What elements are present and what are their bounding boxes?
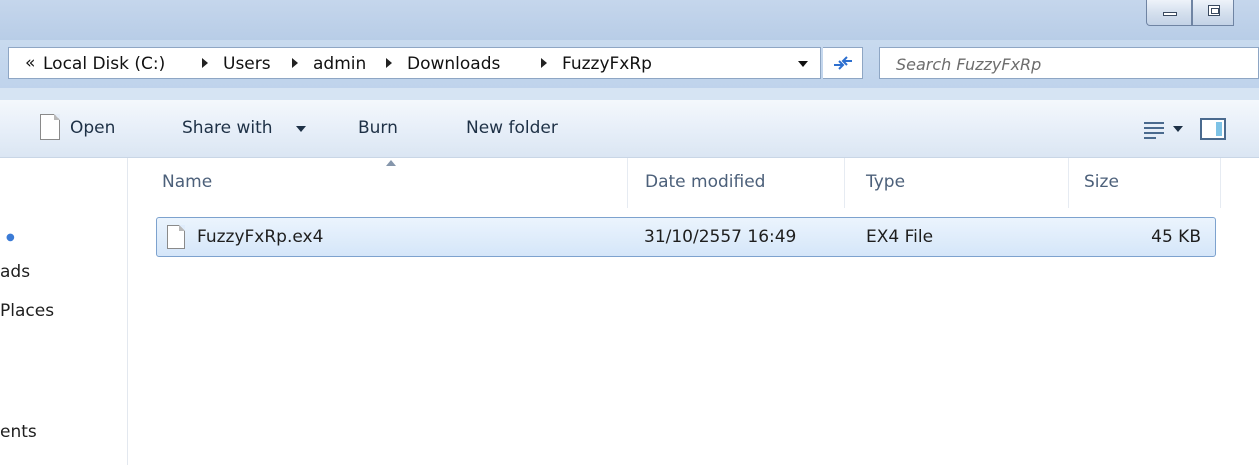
- sort-ascending-icon: [386, 160, 396, 166]
- open-button[interactable]: Open: [70, 118, 115, 138]
- column-date-modified[interactable]: Date modified: [645, 172, 765, 192]
- breadcrumb-local-disk[interactable]: Local Disk (C:): [43, 54, 165, 74]
- column-type[interactable]: Type: [866, 172, 905, 192]
- column-divider[interactable]: [627, 158, 628, 208]
- breadcrumb-current-folder[interactable]: FuzzyFxRp: [562, 54, 652, 74]
- breadcrumb-chevron-icon[interactable]: [292, 58, 298, 68]
- new-folder-button[interactable]: New folder: [466, 118, 558, 138]
- column-divider[interactable]: [1220, 158, 1221, 208]
- column-divider[interactable]: [1068, 158, 1069, 208]
- breadcrumb-overflow-button[interactable]: «: [25, 53, 35, 73]
- document-icon: [40, 114, 60, 140]
- column-name[interactable]: Name: [162, 172, 212, 192]
- nav-bullet-icon: ●: [6, 232, 15, 243]
- column-size[interactable]: Size: [1084, 172, 1119, 192]
- maximize-button[interactable]: [1192, 0, 1234, 26]
- minimize-icon: [1163, 12, 1177, 16]
- search-box[interactable]: [879, 47, 1259, 79]
- maximize-icon: [1208, 5, 1220, 16]
- title-bar: [0, 0, 1259, 40]
- breadcrumb-chevron-icon[interactable]: [541, 58, 547, 68]
- file-name: FuzzyFxRp.ex4: [197, 227, 324, 247]
- file-type: EX4 File: [866, 227, 934, 247]
- nav-item-downloads[interactable]: ads: [0, 262, 30, 282]
- breadcrumb-users[interactable]: Users: [223, 54, 271, 74]
- refresh-icon: [834, 56, 852, 70]
- breadcrumb-chevron-icon[interactable]: [386, 58, 392, 68]
- column-header: Name Date modified Type Size: [128, 158, 1259, 208]
- column-divider[interactable]: [844, 158, 845, 208]
- navigation-pane: ● ads Places ents: [0, 158, 128, 465]
- address-dropdown-icon[interactable]: [798, 61, 808, 67]
- breadcrumb-admin[interactable]: admin: [313, 54, 366, 74]
- burn-button[interactable]: Burn: [358, 118, 398, 138]
- views-dropdown-icon[interactable]: [1173, 126, 1183, 132]
- file-row-selected[interactable]: FuzzyFxRp.ex4 31/10/2557 16:49 EX4 File …: [156, 217, 1216, 257]
- breadcrumb-downloads[interactable]: Downloads: [407, 54, 500, 74]
- file-size: 45 KB: [1151, 227, 1201, 247]
- command-bar: Open Share with Burn New folder: [0, 100, 1259, 158]
- nav-item-recent-places[interactable]: Places: [0, 301, 54, 321]
- file-icon: [167, 225, 185, 249]
- nav-item-documents[interactable]: ents: [0, 422, 37, 442]
- share-with-dropdown-icon[interactable]: [296, 126, 306, 132]
- minimize-button[interactable]: [1146, 0, 1192, 26]
- address-row: « Local Disk (C:) Users admin Downloads …: [0, 40, 1259, 88]
- share-with-button[interactable]: Share with: [182, 118, 273, 138]
- refresh-button[interactable]: [823, 47, 863, 79]
- views-icon[interactable]: [1144, 122, 1164, 139]
- search-input[interactable]: [896, 53, 1236, 75]
- breadcrumb-chevron-icon[interactable]: [202, 58, 208, 68]
- preview-pane-icon[interactable]: [1200, 118, 1226, 140]
- address-toolbar-divider: [0, 88, 1259, 100]
- address-bar[interactable]: « Local Disk (C:) Users admin Downloads …: [8, 47, 821, 79]
- file-date-modified: 31/10/2557 16:49: [644, 227, 797, 247]
